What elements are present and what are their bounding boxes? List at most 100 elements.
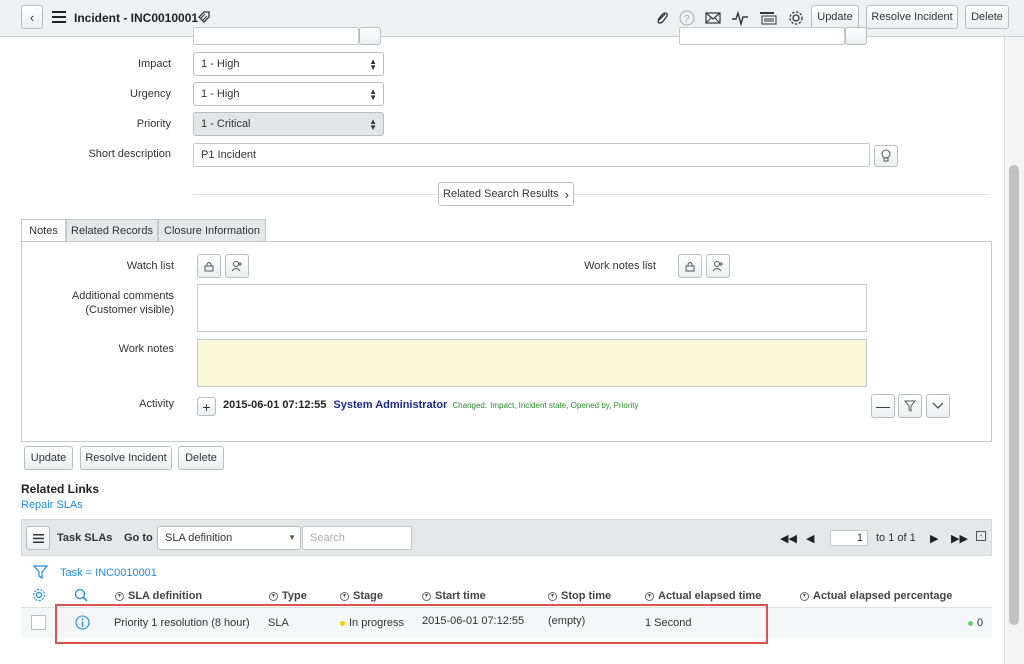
goto-field-value: SLA definition: [165, 532, 233, 544]
work-notes-label: Work notes: [118, 343, 174, 355]
minus-icon: —: [876, 398, 890, 414]
watch-list-lock-button[interactable]: [197, 254, 221, 278]
cell-percentage-value: 0: [977, 617, 984, 629]
add-user-icon: [231, 261, 242, 272]
additional-comments-label: Additional comments (Customer visible): [50, 289, 174, 317]
goto-field-select[interactable]: SLA definition ▼: [157, 526, 301, 550]
column-actual-elapsed-time[interactable]: ▼ Actual elapsed time: [645, 590, 761, 602]
activity-label: Activity: [139, 398, 174, 410]
hidden-field-left[interactable]: [193, 27, 359, 45]
column-stop-time[interactable]: ▼ Stop time: [548, 590, 611, 602]
column-menu-icon[interactable]: ▼: [422, 591, 431, 601]
lightbulb-icon: [881, 149, 891, 162]
resolve-incident-button-bottom[interactable]: Resolve Incident: [80, 446, 172, 470]
goto-label: Go to: [124, 532, 153, 544]
update-button[interactable]: Update: [811, 5, 859, 29]
list-settings-gear-icon[interactable]: [32, 588, 46, 605]
page-number-input[interactable]: 1: [830, 530, 868, 546]
next-page-icon[interactable]: ▶: [930, 532, 938, 545]
column-stage[interactable]: ▼ Stage: [340, 590, 383, 602]
impact-label: Impact: [137, 58, 171, 70]
column-actual-elapsed-percentage[interactable]: ▼ Actual elapsed percentage: [800, 590, 952, 602]
work-notes-list-lock-button[interactable]: [678, 254, 702, 278]
work-notes-textarea[interactable]: [197, 339, 867, 387]
column-start-time-label: Start time: [435, 590, 486, 602]
lookup-button-left[interactable]: [359, 27, 381, 45]
collapse-list-icon[interactable]: -: [976, 531, 986, 541]
search-icon[interactable]: [74, 588, 88, 605]
column-menu-icon[interactable]: ▼: [340, 591, 349, 601]
dropdown-arrow-icon: ▼: [288, 533, 296, 542]
column-actual-elapsed-percentage-label: Actual elapsed percentage: [813, 590, 953, 602]
column-menu-icon[interactable]: ▼: [548, 591, 557, 601]
section-divider: [193, 194, 990, 195]
column-sla-definition[interactable]: ▼ SLA definition: [115, 590, 202, 602]
activity-dropdown-button[interactable]: [926, 394, 950, 418]
form-title: Incident - INC0010001: [74, 11, 199, 25]
hamburger-icon[interactable]: [52, 11, 66, 23]
suggestion-button[interactable]: [874, 145, 898, 167]
repair-slas-link[interactable]: Repair SLAs: [21, 499, 83, 511]
collapse-activity-button[interactable]: —: [871, 394, 895, 418]
tab-related-records[interactable]: Related Records: [66, 219, 158, 242]
scrollbar-thumb[interactable]: [1009, 165, 1019, 625]
related-search-results-button[interactable]: Related Search Results ›: [438, 182, 574, 206]
filter-icon[interactable]: [32, 564, 49, 582]
updown-arrow-icon: ▲ ▼: [369, 87, 377, 102]
activity-entry: 2015-06-01 07:12:55 System Administrator…: [223, 399, 639, 411]
email-icon[interactable]: [703, 8, 723, 28]
short-description-value: P1 Incident: [201, 149, 257, 161]
column-menu-icon[interactable]: ▼: [269, 591, 278, 601]
impact-value: 1 - High: [201, 58, 240, 70]
impact-select[interactable]: 1 - High ▲ ▼: [193, 52, 384, 76]
delete-button[interactable]: Delete: [965, 5, 1009, 29]
column-type[interactable]: ▼ Type: [269, 590, 307, 602]
activity-pulse-icon[interactable]: [730, 8, 750, 28]
row-checkbox[interactable]: [31, 615, 46, 630]
column-menu-icon[interactable]: ▼: [115, 591, 124, 601]
column-actual-elapsed-time-label: Actual elapsed time: [658, 590, 762, 602]
hidden-field-right[interactable]: [679, 27, 845, 45]
lookup-button-right[interactable]: [845, 27, 867, 45]
column-type-label: Type: [282, 590, 307, 602]
vertical-scrollbar[interactable]: [1004, 37, 1024, 664]
previous-page-icon[interactable]: ◀: [806, 532, 814, 545]
work-notes-list-add-user-button[interactable]: [706, 254, 730, 278]
back-button[interactable]: ‹: [21, 5, 43, 29]
paperclip-icon[interactable]: [652, 8, 672, 28]
tab-closure-information[interactable]: Closure Information: [158, 219, 266, 242]
percentage-status-dot: [968, 620, 973, 626]
short-description-input[interactable]: P1 Incident: [193, 143, 870, 167]
tag-icon[interactable]: [196, 9, 212, 28]
filter-breadcrumb[interactable]: Task = INC0010001: [60, 567, 157, 579]
column-sla-definition-label: SLA definition: [128, 590, 203, 602]
update-button-bottom[interactable]: Update: [24, 446, 73, 470]
highlight-box: [55, 604, 768, 644]
additional-comments-textarea[interactable]: [197, 284, 867, 332]
first-page-icon[interactable]: ◀◀: [780, 532, 797, 545]
page-range: to 1 of 1: [876, 532, 916, 544]
expand-activity-button[interactable]: +: [197, 397, 216, 416]
column-menu-icon[interactable]: ▼: [645, 591, 654, 601]
priority-select[interactable]: 1 - Critical ▲ ▼: [193, 112, 384, 136]
gear-icon[interactable]: [786, 8, 806, 28]
delete-button-bottom[interactable]: Delete: [178, 446, 224, 470]
activity-user[interactable]: System Administrator: [333, 399, 447, 411]
tab-notes[interactable]: Notes: [21, 219, 66, 242]
last-page-icon[interactable]: ▶▶: [951, 532, 968, 545]
chevron-left-icon: ‹: [29, 9, 35, 25]
list-view-icon[interactable]: [758, 8, 778, 28]
column-start-time[interactable]: ▼ Start time: [422, 590, 486, 602]
search-placeholder: Search: [310, 532, 345, 544]
urgency-select[interactable]: 1 - High ▲ ▼: [193, 82, 384, 106]
help-icon[interactable]: ?: [677, 8, 697, 28]
task-slas-search-input[interactable]: Search: [302, 526, 412, 550]
task-slas-menu-button[interactable]: [26, 526, 50, 550]
watch-list-add-user-button[interactable]: [225, 254, 249, 278]
page-number-value: 1: [856, 532, 863, 544]
column-stop-time-label: Stop time: [561, 590, 612, 602]
column-menu-icon[interactable]: ▼: [800, 591, 809, 601]
resolve-incident-button[interactable]: Resolve Incident: [866, 5, 958, 29]
plus-icon: +: [202, 398, 211, 415]
activity-filter-button[interactable]: [898, 394, 922, 418]
